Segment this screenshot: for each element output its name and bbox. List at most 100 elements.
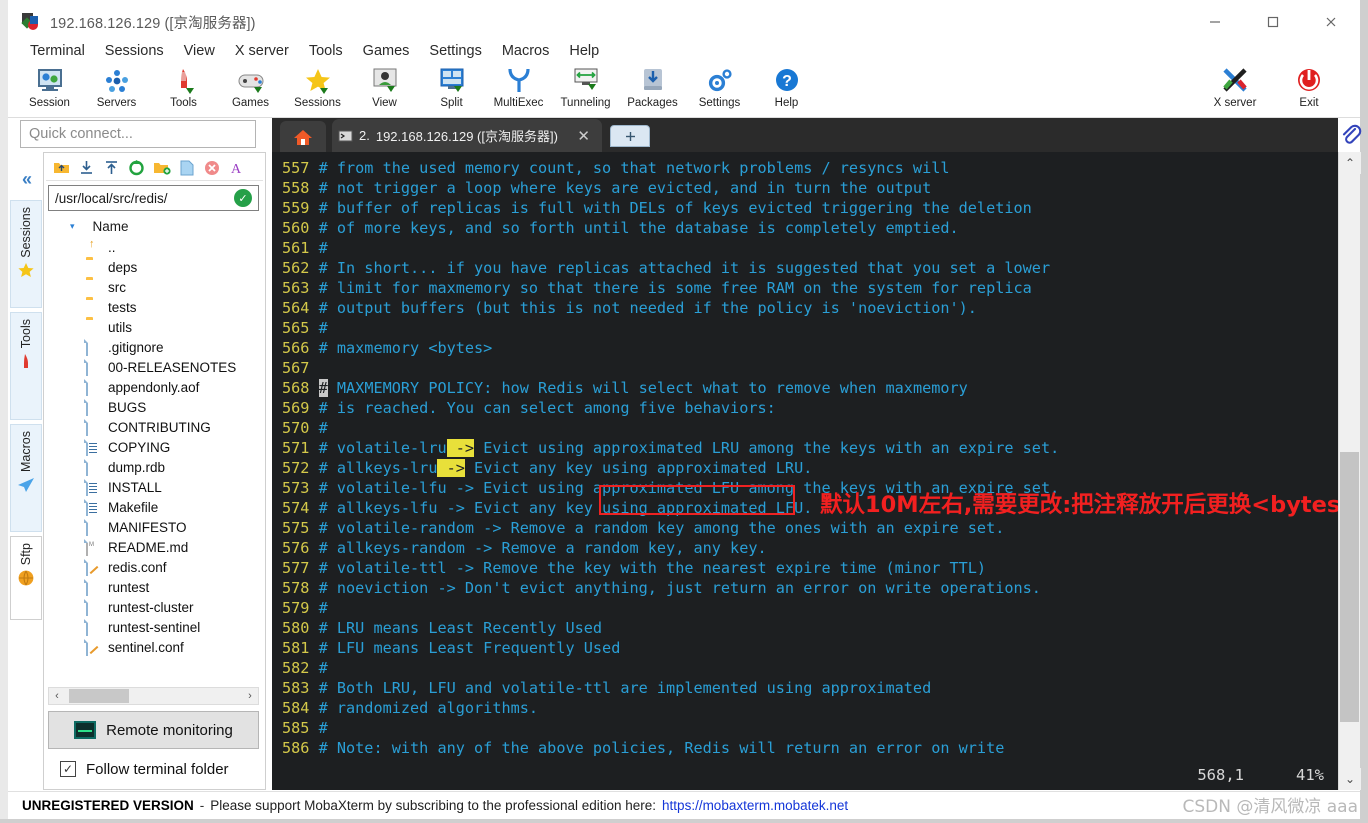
maximize-button[interactable] — [1244, 4, 1302, 40]
menu-item-games[interactable]: Games — [353, 40, 420, 62]
file-list-item[interactable]: runtest — [48, 577, 259, 597]
tab-close-icon[interactable]: ✕ — [571, 127, 596, 145]
delete-icon[interactable] — [200, 157, 223, 179]
markdown-file-icon — [86, 538, 102, 556]
toolbar-button-tunneling[interactable]: Tunneling — [552, 64, 619, 116]
vertical-tab-sessions[interactable]: Sessions — [10, 200, 42, 308]
vertical-tab-macros[interactable]: Macros — [10, 424, 42, 532]
parent-folder-icon[interactable] — [50, 157, 73, 179]
toolbar-button-exit[interactable]: Exit — [1272, 64, 1346, 116]
follow-terminal-folder-row[interactable]: ✓ Follow terminal folder — [48, 753, 259, 785]
menu-item-terminal[interactable]: Terminal — [20, 40, 95, 62]
toolbar-button-servers[interactable]: Servers — [83, 64, 150, 116]
scrollbar-thumb[interactable] — [1340, 452, 1359, 722]
mobaxterm-window: 192.168.126.129 ([京淘服务器]) Terminal Sessio… — [0, 0, 1368, 823]
vertical-tab-tools[interactable]: Tools — [10, 312, 42, 420]
terminal-line: 562 # In short... if you have replicas a… — [282, 259, 1051, 277]
menu-item-settings[interactable]: Settings — [419, 40, 491, 62]
window-controls — [1186, 4, 1360, 40]
text-mode-icon[interactable]: A — [225, 157, 248, 179]
close-button[interactable] — [1302, 4, 1360, 40]
file-list-item[interactable]: Makefile — [48, 497, 259, 517]
double-chevron-left-icon[interactable]: « — [14, 166, 40, 192]
file-list-horizontal-scrollbar[interactable]: ‹ › — [48, 687, 259, 705]
toolbar-button-x-server[interactable]: X server — [1198, 64, 1272, 116]
config-file-icon — [86, 638, 102, 656]
menu-item-x-server[interactable]: X server — [225, 40, 299, 62]
file-list-item[interactable]: COPYING — [48, 437, 259, 457]
svg-text:A: A — [231, 162, 242, 176]
hscroll-thumb[interactable] — [69, 689, 129, 703]
toolbar-button-multiexec[interactable]: MultiExec — [485, 64, 552, 116]
text-file-icon — [86, 438, 102, 456]
new-folder-icon[interactable] — [150, 157, 173, 179]
new-tab-button[interactable] — [610, 125, 650, 147]
file-list-header[interactable]: ▾ Name — [48, 215, 259, 237]
paperclip-icon[interactable] — [1338, 122, 1364, 148]
file-name: src — [108, 279, 126, 295]
toolbar-button-games[interactable]: Games — [217, 64, 284, 116]
toolbar-label: Split — [440, 97, 463, 109]
menu-item-view[interactable]: View — [174, 40, 225, 62]
quick-connect-input[interactable]: Quick connect... — [20, 120, 256, 148]
toolbar-button-settings[interactable]: Settings — [686, 64, 753, 116]
file-list-item[interactable]: README.md — [48, 537, 259, 557]
file-list-item[interactable]: .. — [48, 237, 259, 257]
annotation-text: 默认10M左右,需要更改:把注释放开后更换<bytes> — [820, 492, 1338, 518]
mobaxterm-link[interactable]: https://mobaxterm.mobatek.net — [662, 798, 848, 813]
file-list-item[interactable]: MANIFESTO — [48, 517, 259, 537]
remote-monitoring-button[interactable]: Remote monitoring — [48, 711, 259, 749]
line-number: 566 — [282, 339, 310, 357]
file-list-item[interactable]: CONTRIBUTING — [48, 417, 259, 437]
menu-item-sessions[interactable]: Sessions — [95, 40, 174, 62]
file-list-item[interactable]: src — [48, 277, 259, 297]
terminal-view[interactable]: 557 # from the used memory count, so tha… — [272, 152, 1338, 790]
file-name: appendonly.aof — [108, 379, 200, 395]
file-list-item[interactable]: dump.rdb — [48, 457, 259, 477]
terminal-scrollbar[interactable]: ⌃ ⌄ — [1338, 152, 1361, 790]
terminal-tab-strip: 2. 192.168.126.129 ([京淘服务器]) ✕ — [272, 118, 1338, 152]
toolbar-button-help[interactable]: ? Help — [753, 64, 820, 116]
menu-item-tools[interactable]: Tools — [299, 40, 353, 62]
file-list-item[interactable]: INSTALL — [48, 477, 259, 497]
file-icon — [86, 458, 102, 476]
paper-plane-icon — [17, 476, 35, 496]
upload-icon[interactable] — [100, 157, 123, 179]
search-highlight: -> — [437, 459, 465, 477]
refresh-icon[interactable] — [125, 157, 148, 179]
toolbar-button-view[interactable]: View — [351, 64, 418, 116]
file-list-item[interactable]: runtest-cluster — [48, 597, 259, 617]
file-list-item[interactable]: 00-RELEASENOTES — [48, 357, 259, 377]
vertical-tab-sftp[interactable]: Sftp — [10, 536, 42, 620]
menu-item-macros[interactable]: Macros — [492, 40, 560, 62]
toolbar-button-session[interactable]: Session — [16, 64, 83, 116]
scroll-down-arrow-icon[interactable]: ⌄ — [1339, 768, 1361, 790]
file-list[interactable]: .. deps src tests utils .gitignore 00-RELEASEN… — [48, 237, 259, 683]
scroll-right-arrow-icon[interactable]: › — [242, 690, 258, 702]
file-list-item[interactable]: tests — [48, 297, 259, 317]
file-list-item[interactable]: .gitignore — [48, 337, 259, 357]
new-file-icon[interactable] — [175, 157, 198, 179]
toolbar-button-split[interactable]: Split — [418, 64, 485, 116]
text-file-icon — [86, 498, 102, 516]
toolbar-button-tools[interactable]: Tools — [150, 64, 217, 116]
tab-session-active[interactable]: 2. 192.168.126.129 ([京淘服务器]) ✕ — [332, 119, 602, 152]
scroll-up-arrow-icon[interactable]: ⌃ — [1339, 152, 1361, 174]
file-list-item[interactable]: sentinel.conf — [48, 637, 259, 657]
follow-terminal-checkbox[interactable]: ✓ — [60, 761, 76, 777]
tab-home[interactable] — [280, 121, 326, 152]
file-list-item[interactable]: BUGS — [48, 397, 259, 417]
file-list-item[interactable]: runtest-sentinel — [48, 617, 259, 637]
line-number: 558 — [282, 179, 310, 197]
menu-item-help[interactable]: Help — [559, 40, 609, 62]
toolbar-button-packages[interactable]: Packages — [619, 64, 686, 116]
file-list-item[interactable]: utils — [48, 317, 259, 337]
toolbar-button-sessions[interactable]: Sessions — [284, 64, 351, 116]
minimize-button[interactable] — [1186, 4, 1244, 40]
file-list-item[interactable]: redis.conf — [48, 557, 259, 577]
file-list-item[interactable]: appendonly.aof — [48, 377, 259, 397]
file-list-item[interactable]: deps — [48, 257, 259, 277]
remote-path-input[interactable]: /usr/local/src/redis/ ✓ — [48, 185, 259, 211]
download-icon[interactable] — [75, 157, 98, 179]
scroll-left-arrow-icon[interactable]: ‹ — [49, 690, 65, 702]
